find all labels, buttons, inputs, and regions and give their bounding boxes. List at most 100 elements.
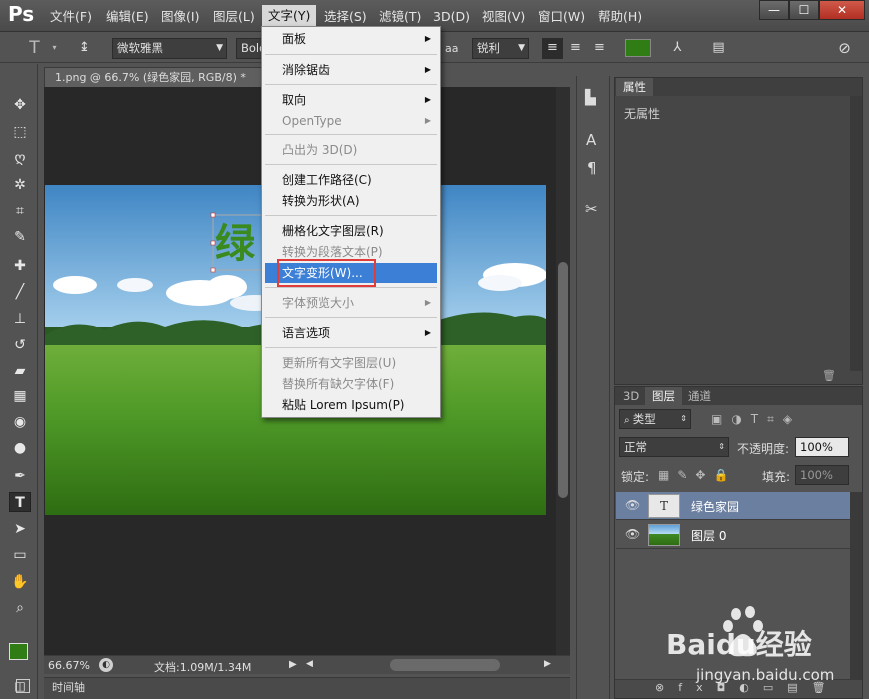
move-tool-icon[interactable]: ✥ xyxy=(9,95,31,115)
trash-icon[interactable]: 🗑 xyxy=(822,369,836,382)
horizontal-scroll-thumb[interactable] xyxy=(390,659,500,671)
healing-brush-tool-icon[interactable]: ✚ xyxy=(9,256,31,276)
menu-item-extrude-3d[interactable]: 凸出为 3D(D) xyxy=(265,140,437,160)
tool-presets-icon[interactable]: ✂ xyxy=(585,200,598,218)
menu-select[interactable]: 选择(S) xyxy=(318,7,373,27)
visibility-eye-icon[interactable]: 👁 xyxy=(625,498,640,512)
menu-image[interactable]: 图像(I) xyxy=(155,7,205,27)
opacity-input[interactable]: 100% xyxy=(795,437,849,457)
cancel-icon[interactable]: ⊘ xyxy=(834,38,855,59)
fill-input[interactable]: 100% xyxy=(795,465,849,485)
lasso-tool-icon[interactable]: ღ xyxy=(9,148,31,168)
vertical-scroll-thumb[interactable] xyxy=(558,262,568,498)
properties-panel: 属性 无属性 🗑 xyxy=(614,77,863,385)
font-style-select[interactable]: Bold xyxy=(236,38,262,59)
rectangle-tool-icon[interactable]: ▭ xyxy=(9,545,31,565)
type-tool-icon[interactable]: T xyxy=(9,492,31,512)
baidu-logo: Baidu经验 jingyan.baidu.com xyxy=(666,606,834,684)
photoshop-logo: Ps xyxy=(8,2,35,26)
menu-item-opentype[interactable]: OpenType ▶ xyxy=(265,111,437,131)
menu-filter[interactable]: 滤镜(T) xyxy=(373,7,427,27)
align-center-icon[interactable]: ≡ xyxy=(565,38,586,59)
menu-item-language-options[interactable]: 语言选项 ▶ xyxy=(265,323,437,343)
menu-3d[interactable]: 3D(D) xyxy=(427,7,476,27)
collapsed-panel-dock: ▙ A ¶ ✂ xyxy=(576,76,610,699)
blur-tool-icon[interactable]: ◉ xyxy=(9,412,31,432)
tab-properties[interactable]: 属性 xyxy=(616,78,653,96)
layer-filter-value: 类型 xyxy=(632,412,656,426)
gradient-tool-icon[interactable]: ▦ xyxy=(9,386,31,406)
menu-help[interactable]: 帮助(H) xyxy=(592,7,648,27)
history-brush-tool-icon[interactable]: ↺ xyxy=(9,335,31,355)
foreground-color-swatch[interactable] xyxy=(9,643,28,660)
watermark-url: jingyan.baidu.com xyxy=(695,666,834,684)
menu-item-replace-missing-fonts[interactable]: 替换所有缺欠字体(F) xyxy=(265,374,437,394)
history-panel-icon[interactable]: ▙ xyxy=(585,90,596,106)
font-family-select[interactable]: 微软雅黑 ▼ xyxy=(112,38,227,59)
visibility-eye-icon[interactable]: 👁 xyxy=(625,527,640,541)
layer-name: 绿色家园 xyxy=(691,500,740,514)
character-panel-icon[interactable]: A xyxy=(586,131,596,149)
menu-window[interactable]: 窗口(W) xyxy=(532,7,591,27)
baidu-watermark: Baidu经验 jingyan.baidu.com xyxy=(664,600,864,696)
layer-filter-icons[interactable]: ▣◑T⌗◈ xyxy=(711,412,801,427)
anti-alias-select[interactable]: 锐利 ▼ xyxy=(472,38,529,59)
blend-mode-select[interactable]: 正常 ⇕ xyxy=(619,437,729,457)
status-menu-arrow-icon[interactable]: ▶ xyxy=(289,659,297,670)
tab-channels[interactable]: 通道 xyxy=(681,387,718,405)
maximize-button[interactable]: ☐ xyxy=(789,0,819,20)
close-button[interactable]: ✕ xyxy=(819,0,865,20)
pen-tool-icon[interactable]: ✒ xyxy=(9,466,31,486)
tab-layers[interactable]: 图层 xyxy=(645,387,682,405)
path-selection-tool-icon[interactable]: ➤ xyxy=(9,519,31,539)
screen-mode-icon[interactable] xyxy=(16,679,30,693)
paragraph-panel-icon[interactable]: ¶ xyxy=(587,159,597,177)
document-tab[interactable]: 1.png @ 66.7% (绿色家园, RGB/8) * × xyxy=(44,67,262,103)
crop-tool-icon[interactable]: ⌗ xyxy=(9,201,31,221)
tool-preset-dropdown-icon[interactable]: ▾ xyxy=(44,38,65,59)
menu-item-anti-alias[interactable]: 消除锯齿 ▶ xyxy=(265,60,437,80)
dodge-tool-icon[interactable]: ● xyxy=(9,438,31,458)
menu-view[interactable]: 视图(V) xyxy=(476,7,531,27)
menu-item-orientation[interactable]: 取向 ▶ xyxy=(265,90,437,110)
menu-item-panels[interactable]: 面板 ▶ xyxy=(265,29,437,49)
minimize-button[interactable]: — xyxy=(759,0,789,20)
character-panel-icon[interactable]: ▤ xyxy=(708,38,729,59)
marquee-tool-icon[interactable]: ⬚ xyxy=(9,122,31,142)
scroll-left-icon[interactable]: ◀ xyxy=(306,659,313,669)
menu-item-rasterize-type[interactable]: 栅格化文字图层(R) xyxy=(265,221,437,241)
clone-stamp-tool-icon[interactable]: ⊥ xyxy=(9,309,31,329)
menu-item-paste-lorem-ipsum[interactable]: 粘贴 Lorem Ipsum(P) xyxy=(265,395,437,415)
properties-scrollbar[interactable] xyxy=(850,96,862,371)
zoom-level[interactable]: 66.67% xyxy=(48,659,90,672)
lock-icons[interactable]: ▦✎✥🔒 xyxy=(658,468,736,482)
timeline-panel-tab[interactable]: 时间轴 xyxy=(44,677,570,699)
menu-type[interactable]: 文字(Y) xyxy=(262,5,317,27)
tab-3d[interactable]: 3D xyxy=(616,387,646,405)
hand-tool-icon[interactable]: ✋ xyxy=(9,572,31,592)
magic-wand-tool-icon[interactable]: ✲ xyxy=(9,175,31,195)
brush-tool-icon[interactable]: ╱ xyxy=(9,282,31,302)
menu-item-font-preview-size[interactable]: 字体预览大小 ▶ xyxy=(265,293,437,313)
toggle-orientation-icon[interactable]: ↨ xyxy=(74,38,95,59)
menu-item-create-work-path[interactable]: 创建工作路径(C) xyxy=(265,170,437,190)
menu-file[interactable]: 文件(F) xyxy=(44,7,98,27)
menu-edit[interactable]: 编辑(E) xyxy=(100,7,155,27)
text-color-swatch[interactable] xyxy=(625,39,651,57)
align-left-icon[interactable]: ≡ xyxy=(542,38,563,59)
menu-item-update-all-text-layers[interactable]: 更新所有文字图层(U) xyxy=(265,353,437,373)
layer-filter-select[interactable]: ⌕ 类型 ⇕ xyxy=(619,409,691,429)
menu-item-convert-to-shape[interactable]: 转换为形状(A) xyxy=(265,191,437,211)
eraser-tool-icon[interactable]: ▰ xyxy=(9,361,31,381)
warp-text-icon[interactable]: ⅄ xyxy=(667,38,688,59)
zoom-tool-icon[interactable]: ⌕ xyxy=(9,598,31,618)
status-info-icon[interactable]: ◐ xyxy=(99,658,113,672)
layer-row[interactable]: 👁 T 绿色家园 xyxy=(616,492,850,520)
align-right-icon[interactable]: ≡ xyxy=(589,38,610,59)
canvas-text[interactable]: 绿 xyxy=(215,221,256,267)
layer-row[interactable]: 👁 图层 0 xyxy=(616,521,850,549)
menu-layer[interactable]: 图层(L) xyxy=(207,7,261,27)
type-tool-icon[interactable]: T xyxy=(24,38,45,59)
scroll-right-icon[interactable]: ▶ xyxy=(544,659,551,669)
eyedropper-tool-icon[interactable]: ✎ xyxy=(9,227,31,247)
